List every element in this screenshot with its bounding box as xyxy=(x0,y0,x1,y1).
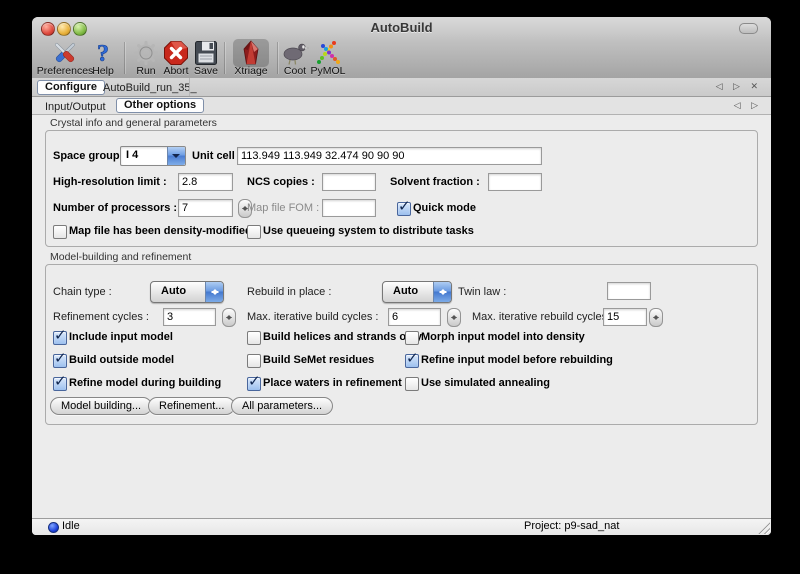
popup-stepper-icon xyxy=(433,282,451,302)
rebuild-cycles-label: Max. iterative rebuild cycles : xyxy=(472,310,613,324)
status-bar: Idle Project: p9-sad_nat xyxy=(32,518,771,535)
tab-input-output[interactable]: Input/Output xyxy=(40,100,111,114)
rebuild-cycles-field[interactable] xyxy=(603,308,647,326)
rebuild-in-place-value: Auto xyxy=(393,285,418,297)
section-crystal-legend: Crystal info and general parameters xyxy=(50,117,217,129)
place-waters-checkbox[interactable] xyxy=(247,377,261,391)
build-cycles-label: Max. iterative build cycles : xyxy=(247,310,378,324)
chain-type-popup[interactable]: Auto xyxy=(150,281,224,303)
density-modified-label: Map file has been density-modified xyxy=(69,224,252,238)
num-processors-label: Number of processors : xyxy=(53,201,177,215)
simulated-annealing-checkbox[interactable] xyxy=(405,377,419,391)
quick-mode-label: Quick mode xyxy=(413,201,476,215)
queueing-label: Use queueing system to distribute tasks xyxy=(263,224,474,238)
map-fom-field[interactable] xyxy=(322,199,376,217)
toolbar-separator xyxy=(277,42,278,74)
toolbar: Preferences ? Help xyxy=(32,39,771,79)
toolbar-separator xyxy=(124,42,125,74)
rebuild-in-place-popup[interactable]: Auto xyxy=(382,281,452,303)
ncs-copies-field[interactable] xyxy=(322,173,376,191)
high-resolution-field[interactable] xyxy=(178,173,233,191)
build-semet-label: Build SeMet residues xyxy=(263,353,374,367)
build-outside-model-label: Build outside model xyxy=(69,353,174,367)
refinement-cycles-field[interactable] xyxy=(163,308,216,326)
twin-law-field[interactable] xyxy=(607,282,651,300)
space-group-combo[interactable]: I 4 xyxy=(120,146,186,166)
pymol-button[interactable]: PyMOL xyxy=(308,40,348,77)
app-window: AutoBuild Preferences xyxy=(32,17,771,535)
space-group-label: Space group : xyxy=(53,149,126,163)
toolbar-separator xyxy=(224,42,225,74)
status-project: Project: p9-sad_nat xyxy=(524,520,619,532)
ncs-copies-label: NCS copies : xyxy=(247,175,315,189)
rebuild-in-place-label: Rebuild in place : xyxy=(247,285,331,299)
tab-nav-arrows[interactable]: ◁ ▷ ✕ xyxy=(716,81,762,92)
status-indicator-icon xyxy=(48,522,59,533)
density-modified-checkbox[interactable] xyxy=(53,225,67,239)
queueing-checkbox[interactable] xyxy=(247,225,261,239)
all-parameters-button[interactable]: All parameters... xyxy=(231,397,333,415)
twin-law-label: Twin law : xyxy=(458,285,506,299)
coot-button[interactable]: Coot xyxy=(279,40,311,77)
help-button[interactable]: ? Help xyxy=(84,40,122,77)
unit-cell-field[interactable] xyxy=(237,147,542,165)
refinement-button[interactable]: Refinement... xyxy=(148,397,235,415)
build-cycles-field[interactable] xyxy=(388,308,441,326)
chain-type-value: Auto xyxy=(161,285,186,297)
options-tab-bar: Input/Output Other options ◁ ▷ xyxy=(32,97,771,115)
save-button[interactable]: Save xyxy=(186,40,226,77)
refine-during-building-checkbox[interactable] xyxy=(53,377,67,391)
bird-icon xyxy=(279,40,311,66)
rebuild-cycles-stepper[interactable] xyxy=(649,308,663,327)
include-input-model-label: Include input model xyxy=(69,330,173,344)
tab-other-options[interactable]: Other options xyxy=(116,98,204,113)
resize-grip[interactable] xyxy=(757,521,770,534)
rainbow-spiral-icon xyxy=(308,40,348,66)
space-group-value: I 4 xyxy=(126,149,138,161)
refine-during-building-label: Refine model during building xyxy=(69,376,221,390)
high-resolution-label: High-resolution limit : xyxy=(53,175,167,189)
window-title: AutoBuild xyxy=(32,20,771,35)
refine-input-model-label: Refine input model before rebuilding xyxy=(421,353,613,367)
tab-configure[interactable]: Configure xyxy=(37,80,105,95)
popup-stepper-icon xyxy=(205,282,223,302)
chain-type-label: Chain type : xyxy=(53,285,112,299)
map-fom-label: Map file FOM : xyxy=(247,201,319,215)
tab-autobuild-run[interactable]: AutoBuild_run_35_ xyxy=(98,81,202,95)
title-bar[interactable]: AutoBuild xyxy=(32,17,771,39)
question-mark-icon: ? xyxy=(84,40,122,66)
document-tab-bar: Configure AutoBuild_run_35_ ◁ ▷ ✕ xyxy=(32,78,771,97)
include-input-model-checkbox[interactable] xyxy=(53,331,67,345)
tab-nav-arrows[interactable]: ◁ ▷ xyxy=(734,100,762,111)
chevron-down-icon[interactable] xyxy=(167,147,185,165)
unit-cell-label: Unit cell : xyxy=(192,149,242,163)
build-cycles-stepper[interactable] xyxy=(447,308,461,327)
refine-input-model-checkbox[interactable] xyxy=(405,354,419,368)
build-helices-label: Build helices and strands only xyxy=(263,330,422,344)
xtriage-button[interactable]: Xtriage xyxy=(228,40,274,77)
svg-text:?: ? xyxy=(97,41,109,66)
section-model-legend: Model-building and refinement xyxy=(50,251,191,263)
refinement-cycles-label: Refinement cycles : xyxy=(53,310,149,324)
solvent-fraction-label: Solvent fraction : xyxy=(390,175,480,189)
build-semet-checkbox[interactable] xyxy=(247,354,261,368)
model-building-button[interactable]: Model building... xyxy=(50,397,152,415)
place-waters-label: Place waters in refinement xyxy=(263,376,402,390)
solvent-fraction-field[interactable] xyxy=(488,173,542,191)
status-state: Idle xyxy=(62,520,80,532)
refinement-cycles-stepper[interactable] xyxy=(222,308,236,327)
toolbar-toggle-icon[interactable] xyxy=(739,23,758,34)
build-helices-checkbox[interactable] xyxy=(247,331,261,345)
build-outside-model-checkbox[interactable] xyxy=(53,354,67,368)
quick-mode-checkbox[interactable] xyxy=(397,202,411,216)
tab-divider xyxy=(189,78,190,96)
simulated-annealing-label: Use simulated annealing xyxy=(421,376,550,390)
morph-model-checkbox[interactable] xyxy=(405,331,419,345)
morph-model-label: Morph input model into density xyxy=(421,330,585,344)
num-processors-field[interactable] xyxy=(178,199,233,217)
crystal-icon xyxy=(228,40,274,66)
floppy-disk-icon xyxy=(186,40,226,66)
